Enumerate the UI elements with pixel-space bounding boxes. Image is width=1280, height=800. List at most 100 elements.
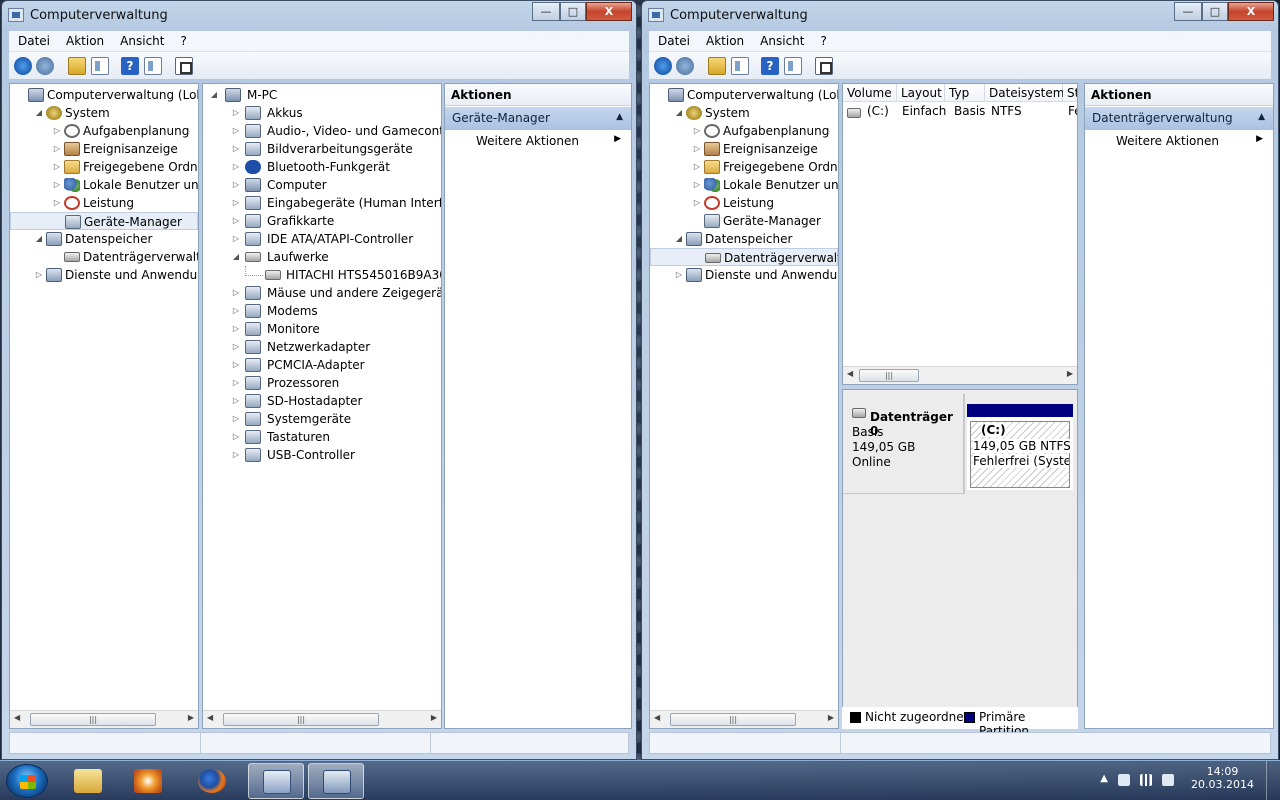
- back-icon[interactable]: [654, 57, 672, 75]
- scrollbar-thumb[interactable]: |||: [670, 713, 796, 726]
- tree-item[interactable]: ▷ Ereignisanzeige: [650, 140, 838, 158]
- tree-item[interactable]: ◢ Datenspeicher: [10, 230, 198, 248]
- expand-toggle-icon[interactable]: ◢: [34, 230, 44, 248]
- expand-toggle-icon[interactable]: ▷: [52, 158, 62, 176]
- tree-item[interactable]: ▷ Ereignisanzeige: [10, 140, 198, 158]
- expand-toggle-icon[interactable]: ▷: [231, 104, 241, 122]
- expand-toggle-icon[interactable]: ▷: [52, 140, 62, 158]
- expand-toggle-icon[interactable]: ▷: [231, 446, 241, 464]
- tree-item[interactable]: ◢ System: [650, 104, 838, 122]
- partition-block[interactable]: (C:) 149,05 GB NTFS Fehlerfrei (Systempa…: [967, 404, 1073, 490]
- taskbar-explorer-button[interactable]: [60, 763, 116, 799]
- tree-item[interactable]: ▷ Dienste und Anwendungen: [10, 266, 198, 284]
- expand-toggle-icon[interactable]: ▷: [692, 122, 702, 140]
- column-header-status[interactable]: Status: [1063, 84, 1077, 102]
- expand-toggle-icon[interactable]: ◢: [231, 248, 241, 266]
- collapse-toggle-icon[interactable]: ◢: [209, 86, 219, 104]
- device-category[interactable]: ▷ IDE ATA/ATAPI-Controller: [203, 230, 441, 248]
- expand-toggle-icon[interactable]: ▷: [692, 140, 702, 158]
- horizontal-scrollbar[interactable]: ◀ ||| ▶: [10, 710, 198, 728]
- expand-toggle-icon[interactable]: ▷: [231, 302, 241, 320]
- menu-ansicht[interactable]: Ansicht: [751, 31, 811, 48]
- help-icon[interactable]: ?: [761, 57, 779, 75]
- maximize-button[interactable]: □: [560, 2, 586, 21]
- scrollbar-thumb[interactable]: |||: [223, 713, 379, 726]
- device-category[interactable]: ▷ Netzwerkadapter: [203, 338, 441, 356]
- taskbar-firefox-button[interactable]: [184, 763, 240, 799]
- expand-toggle-icon[interactable]: ▷: [231, 356, 241, 374]
- device-category[interactable]: ▷ SD-Hostadapter: [203, 392, 441, 410]
- expand-toggle-icon[interactable]: ▷: [52, 194, 62, 212]
- expand-toggle-icon[interactable]: ▷: [692, 176, 702, 194]
- scrollbar-thumb[interactable]: |||: [30, 713, 156, 726]
- expand-toggle-icon[interactable]: ▷: [231, 284, 241, 302]
- scroll-right-icon[interactable]: ▶: [188, 713, 194, 722]
- collapse-up-icon[interactable]: ▲: [616, 112, 623, 122]
- expand-toggle-icon[interactable]: ▷: [231, 158, 241, 176]
- tree-item[interactable]: ▷ Aufgabenplanung: [650, 122, 838, 140]
- power-icon[interactable]: [1118, 774, 1130, 786]
- expand-toggle-icon[interactable]: ▷: [231, 410, 241, 428]
- expand-toggle-icon[interactable]: ◢: [34, 104, 44, 122]
- tree-item[interactable]: ▷ Leistung: [10, 194, 198, 212]
- menu-ansicht[interactable]: Ansicht: [111, 31, 171, 48]
- device-category[interactable]: ▷ USB-Controller: [203, 446, 441, 464]
- tree-item[interactable]: ▷ Aufgabenplanung: [10, 122, 198, 140]
- scroll-left-icon[interactable]: ◀: [14, 713, 20, 722]
- collapse-up-icon[interactable]: ▲: [1258, 112, 1265, 122]
- device-tree-root[interactable]: ◢ M-PC: [203, 86, 441, 104]
- expand-toggle-icon[interactable]: ▷: [52, 176, 62, 194]
- column-header-volume[interactable]: Volume: [843, 84, 897, 102]
- scan-hardware-icon[interactable]: [175, 57, 193, 75]
- scroll-left-icon[interactable]: ◀: [847, 369, 853, 378]
- network-signal-icon[interactable]: [1140, 774, 1152, 786]
- taskbar-computer-management-button[interactable]: [248, 763, 304, 799]
- clock[interactable]: 14:09 20.03.2014: [1191, 765, 1254, 791]
- tree-item[interactable]: ◢ System: [10, 104, 198, 122]
- horizontal-scrollbar[interactable]: ◀ ||| ▶: [650, 710, 838, 728]
- menu-datei[interactable]: Datei: [649, 31, 697, 48]
- device-category[interactable]: ▷ PCMCIA-Adapter: [203, 356, 441, 374]
- show-desktop-button[interactable]: [1266, 761, 1280, 800]
- scroll-left-icon[interactable]: ◀: [207, 713, 213, 722]
- actions-section-datentraegerverwaltung[interactable]: Datenträgerverwaltung ▲: [1085, 107, 1273, 130]
- expand-toggle-icon[interactable]: ▷: [231, 338, 241, 356]
- tree-item[interactable]: ▷ Lokale Benutzer und Gruppen: [10, 176, 198, 194]
- scroll-right-icon[interactable]: ▶: [1067, 369, 1073, 378]
- expand-toggle-icon[interactable]: ▷: [231, 194, 241, 212]
- tree-item[interactable]: Datenträgerverwaltung: [10, 248, 198, 266]
- device-category[interactable]: ◢ Laufwerke: [203, 248, 441, 266]
- forward-icon[interactable]: [36, 57, 54, 75]
- tree-item[interactable]: ▷ Leistung: [650, 194, 838, 212]
- volume-icon[interactable]: [1162, 774, 1174, 786]
- device-category[interactable]: ▷ Audio-, Video- und Gamecontroller: [203, 122, 441, 140]
- device-category[interactable]: ▷ Monitore: [203, 320, 441, 338]
- minimize-button[interactable]: —: [532, 2, 560, 21]
- show-hide-action-pane-icon[interactable]: [784, 57, 802, 75]
- expand-toggle-icon[interactable]: ▷: [231, 374, 241, 392]
- column-header-dateisystem[interactable]: Dateisystem: [985, 84, 1064, 102]
- tree-item[interactable]: Computerverwaltung (Lokal): [650, 86, 838, 104]
- device-category[interactable]: ▷ Mäuse und andere Zeigegeräte: [203, 284, 441, 302]
- forward-icon[interactable]: [676, 57, 694, 75]
- expand-toggle-icon[interactable]: ▷: [231, 212, 241, 230]
- show-hidden-icons-icon[interactable]: ▲: [1100, 773, 1108, 784]
- tree-item[interactable]: ▷ Lokale Benutzer und Gruppen: [650, 176, 838, 194]
- device-category[interactable]: ▷ Eingabegeräte (Human Interface Devices): [203, 194, 441, 212]
- help-icon[interactable]: ?: [121, 57, 139, 75]
- expand-toggle-icon[interactable]: ▷: [231, 140, 241, 158]
- tree-item[interactable]: ▷ Freigegebene Ordner: [650, 158, 838, 176]
- menu-help[interactable]: ?: [171, 31, 193, 48]
- device-category[interactable]: HITACHI HTS545016B9A300 ATA Device: [203, 266, 441, 284]
- more-actions-item[interactable]: Weitere Aktionen: [476, 134, 579, 148]
- expand-toggle-icon[interactable]: ▷: [231, 122, 241, 140]
- show-hide-tree-icon[interactable]: [91, 57, 109, 75]
- taskbar-media-player-button[interactable]: [120, 763, 176, 799]
- start-button[interactable]: [6, 764, 48, 798]
- tree-item[interactable]: Geräte-Manager: [650, 212, 838, 230]
- expand-toggle-icon[interactable]: ▷: [231, 176, 241, 194]
- expand-toggle-icon[interactable]: ▷: [231, 392, 241, 410]
- device-category[interactable]: ▷ Bildverarbeitungsgeräte: [203, 140, 441, 158]
- show-hide-tree-icon[interactable]: [731, 57, 749, 75]
- horizontal-scrollbar[interactable]: ◀ ||| ▶: [843, 366, 1077, 384]
